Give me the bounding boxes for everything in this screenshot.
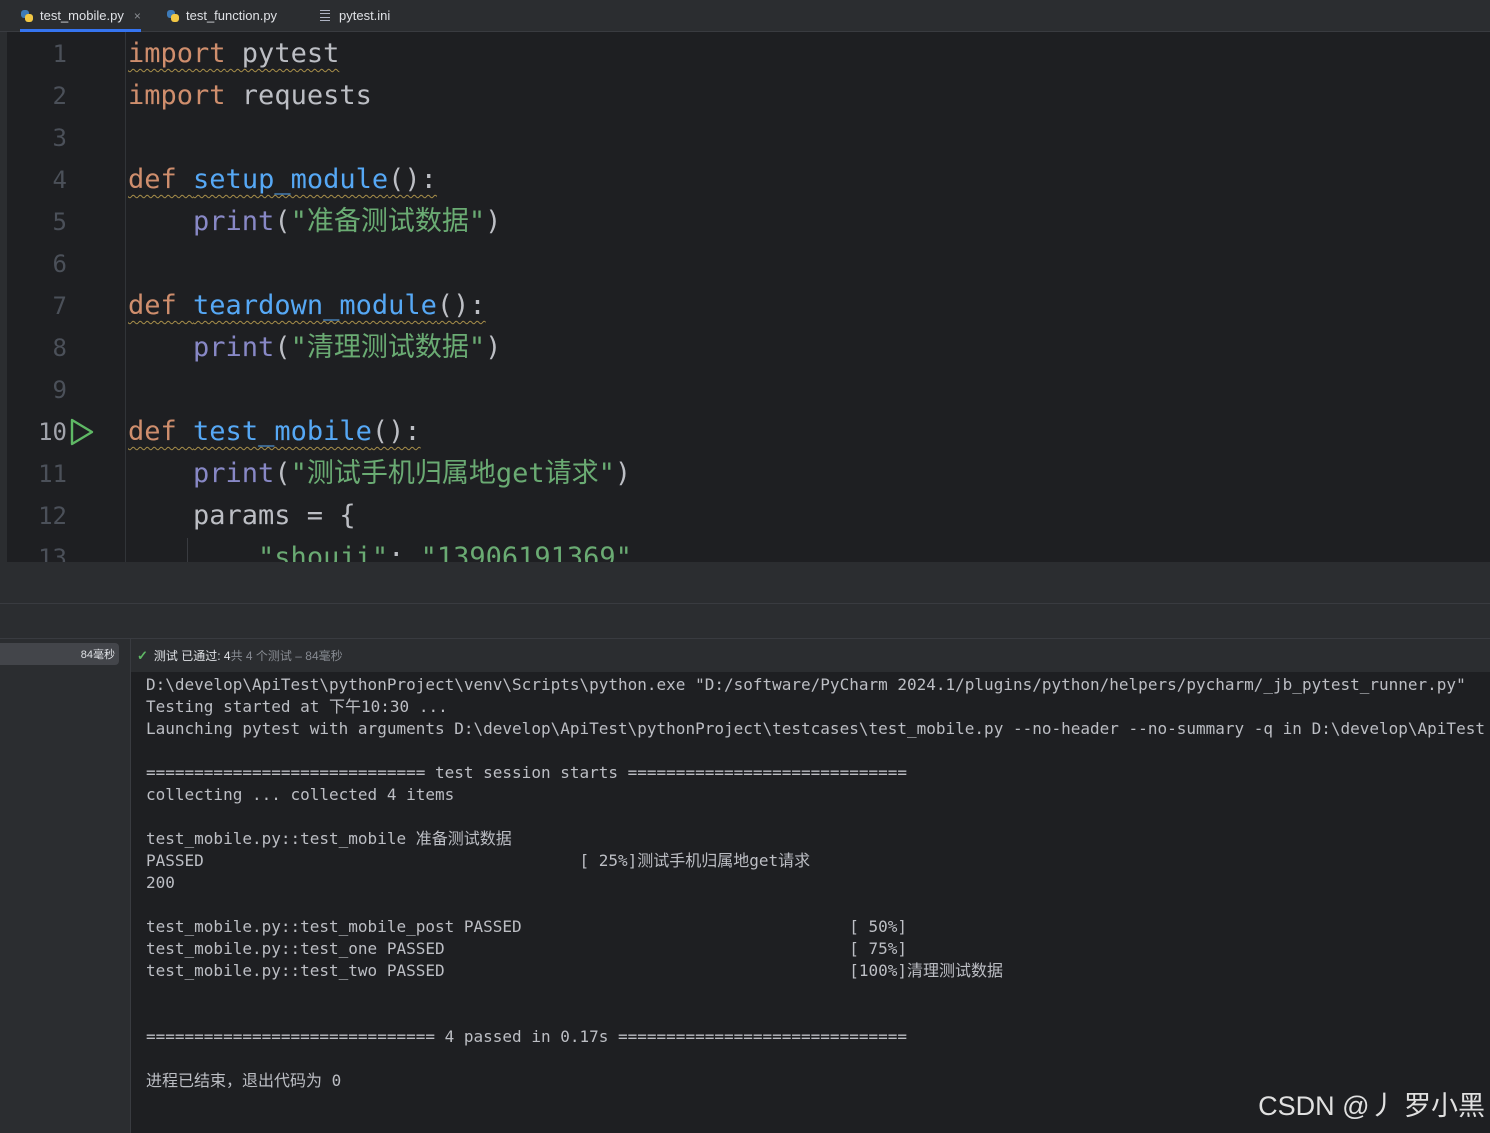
code-punct: ( bbox=[274, 458, 291, 489]
line-number: 7 bbox=[52, 292, 67, 320]
console-line: collecting ... collected 4 items bbox=[146, 785, 455, 804]
console-line: Launching pytest with arguments D:\devel… bbox=[146, 719, 1485, 738]
console-line: D:\develop\ApiTest\pythonProject\venv\Sc… bbox=[146, 675, 1466, 694]
test-tree-panel: 84毫秒 bbox=[0, 639, 131, 1133]
csdn-watermark: CSDN @丿 罗小黑 bbox=[1258, 1091, 1485, 1121]
tab-test-function[interactable]: test_function.py bbox=[166, 0, 277, 31]
code-editor[interactable]: 1 2 3 4 5 6 7 8 9 10 11 12 13 import pyt… bbox=[0, 32, 1490, 562]
test-status-bar: ✓ 测试 已通过: 4 共 4 个测试 – 84毫秒 bbox=[131, 639, 1490, 672]
module-name: pytest bbox=[225, 38, 340, 69]
console-line: PASSED [ 25%]测试手机归属地get请求 bbox=[146, 851, 811, 870]
function-name: teardown_module bbox=[193, 290, 437, 321]
line-number: 12 bbox=[38, 502, 67, 530]
tab-pytest-ini[interactable]: pytest.ini bbox=[320, 0, 390, 31]
check-icon: ✓ bbox=[137, 647, 148, 663]
test-duration: 84毫秒 bbox=[80, 649, 115, 661]
python-file-icon bbox=[166, 9, 180, 23]
function-name: test_mobile bbox=[193, 416, 372, 447]
console-line: 进程已结束，退出代码为 0 bbox=[146, 1071, 342, 1090]
code-line-12: params = { bbox=[128, 500, 356, 531]
line-number: 9 bbox=[52, 376, 67, 404]
close-icon[interactable]: × bbox=[134, 9, 141, 23]
builtin-print: print bbox=[193, 458, 275, 489]
line-number: 4 bbox=[52, 166, 67, 194]
string-literal: "shouji" bbox=[258, 542, 389, 562]
keyword-import: import bbox=[128, 38, 226, 69]
line-number: 6 bbox=[52, 250, 67, 278]
line-number: 1 bbox=[52, 40, 67, 68]
test-tree-root-row[interactable]: 84毫秒 bbox=[0, 643, 119, 665]
module-name: requests bbox=[225, 80, 372, 111]
status-passed-text: 测试 已通过: 4 bbox=[153, 649, 231, 663]
keyword-def: def bbox=[128, 164, 177, 195]
console-line: test_mobile.py::test_mobile 准备测试数据 bbox=[146, 829, 512, 848]
code-line-10: def test_mobile(): bbox=[128, 411, 421, 453]
line-number: 11 bbox=[38, 460, 67, 488]
status-summary-text: 共 4 个测试 – 84毫秒 bbox=[230, 649, 343, 663]
console-line: ============================== 4 passed … bbox=[146, 1027, 907, 1046]
function-name: setup_module bbox=[193, 164, 389, 195]
console-line: 200 bbox=[146, 873, 175, 892]
ini-file-icon bbox=[320, 9, 330, 22]
code-punct: ) bbox=[485, 206, 502, 237]
line-number: 2 bbox=[52, 82, 67, 110]
code-punct: (): bbox=[436, 290, 486, 321]
code-punct: (): bbox=[388, 164, 437, 195]
code-punct: ) bbox=[485, 332, 502, 363]
console-line: test_mobile.py::test_mobile_post PASSED … bbox=[146, 917, 907, 936]
console-output[interactable]: D:\develop\ApiTest\pythonProject\venv\Sc… bbox=[131, 672, 1490, 1133]
indent-guide bbox=[187, 538, 188, 562]
keyword-import: import bbox=[128, 80, 226, 111]
code-line-4: def setup_module(): bbox=[128, 159, 437, 201]
code-line-5: print("准备测试数据") bbox=[128, 201, 501, 243]
string-literal: "测试手机归属地get请求" bbox=[290, 458, 615, 489]
tab-label: pytest.ini bbox=[339, 8, 391, 23]
code-punct: (): bbox=[371, 416, 421, 447]
editor-left-strip bbox=[0, 32, 7, 562]
string-literal: "准备测试数据" bbox=[290, 206, 486, 237]
gutter-divider bbox=[125, 32, 126, 562]
console-line: Testing started at 下午10:30 ... bbox=[146, 697, 448, 716]
code-punct: ( bbox=[274, 332, 291, 363]
keyword-def: def bbox=[128, 416, 177, 447]
code-line-7: def teardown_module(): bbox=[128, 285, 486, 327]
console-line: test_mobile.py::test_one PASSED [ 75%] bbox=[146, 939, 907, 958]
code-punct: ) bbox=[614, 458, 632, 489]
string-literal: "清理测试数据" bbox=[290, 332, 486, 363]
line-number: 8 bbox=[52, 334, 67, 362]
run-test-icon[interactable] bbox=[69, 418, 95, 446]
builtin-print: print bbox=[193, 206, 275, 237]
console-line: ============================= test sessi… bbox=[146, 763, 907, 782]
line-number: 13 bbox=[38, 544, 67, 562]
tab-test-mobile[interactable]: test_mobile.py × bbox=[20, 0, 141, 32]
string-literal: "13906191369" bbox=[420, 542, 632, 562]
line-number: 5 bbox=[52, 208, 67, 236]
python-file-icon bbox=[20, 9, 34, 23]
code-line-11: print("测试手机归属地get请求") bbox=[128, 453, 631, 495]
code-line-1: import pytest bbox=[128, 33, 339, 75]
code-line-2: import requests bbox=[128, 75, 372, 117]
line-number-current: 10 bbox=[38, 418, 67, 446]
editor-tab-bar: test_mobile.py × test_function.py pytest… bbox=[0, 0, 1490, 32]
console-line: test_mobile.py::test_two PASSED [100%]清理… bbox=[146, 961, 1003, 980]
code-line-8: print("清理测试数据") bbox=[128, 327, 501, 369]
builtin-print: print bbox=[193, 332, 275, 363]
run-panel-subtoolbar bbox=[0, 604, 1490, 639]
tab-label: test_function.py bbox=[186, 8, 278, 23]
keyword-def: def bbox=[128, 290, 177, 321]
line-number-gutter: 1 2 3 4 5 6 7 8 9 10 11 12 13 bbox=[7, 32, 125, 562]
run-panel-toolbar bbox=[0, 562, 1490, 604]
code-line-13: "shouji": "13906191369" bbox=[128, 537, 632, 562]
code-punct: : bbox=[388, 542, 421, 562]
code-punct: ( bbox=[274, 206, 291, 237]
tab-label: test_mobile.py bbox=[40, 8, 124, 23]
line-number: 3 bbox=[52, 124, 67, 152]
